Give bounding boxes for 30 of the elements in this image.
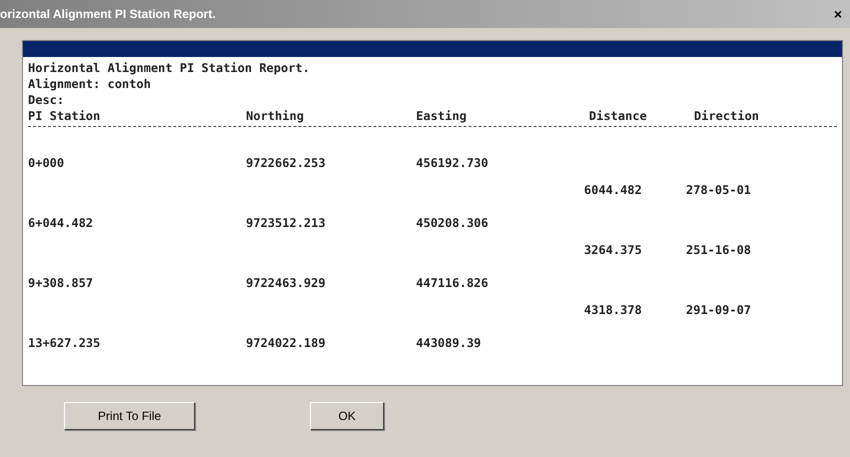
report-title: Horizontal Alignment PI Station Report. [28, 60, 311, 76]
table-cell-text: 6+044.482 [28, 215, 94, 232]
table-cell-text: 13+627.235 [28, 335, 102, 352]
table-cell-text: 291-09-07 [686, 302, 752, 319]
window-title: orizontal Alignment PI Station Report. [0, 6, 216, 23]
close-button[interactable]: × [834, 7, 842, 21]
table-cell-text: 3264.375 [583, 242, 643, 259]
table-cell-text: 443089.39 [416, 335, 482, 352]
table-cell-text: 0+000 [28, 155, 66, 172]
column-header: Easting [416, 108, 468, 124]
column-header: Northing [246, 108, 305, 124]
table-cell-text: 9+308.857 [28, 275, 94, 292]
description-label: Desc: [28, 92, 66, 108]
ok-button[interactable]: OK [310, 402, 384, 430]
table-cell-text: 278-05-01 [686, 182, 752, 199]
column-header: Distance [588, 108, 648, 124]
table-cell-text: 9722662.253 [246, 155, 326, 172]
table-cell-text: 447116.826 [416, 275, 490, 292]
table-cell-text: 9722463.929 [246, 275, 326, 292]
alignment-label: Alignment: contoh [28, 76, 152, 92]
column-header: Direction [693, 108, 760, 124]
table-cell-text: 6044.482 [583, 182, 643, 199]
table-cell-text: 9723512.213 [246, 215, 326, 232]
column-header: PI Station [28, 108, 102, 124]
table-cell-text: 9724022.189 [246, 335, 326, 352]
print-to-file-button[interactable]: Print To File [64, 402, 195, 430]
table-cell-text: 4318.378 [583, 302, 643, 319]
table-cell-text: 456192.730 [416, 155, 490, 172]
table-cell-text: 450208.306 [416, 215, 490, 232]
table-cell-text: 251-16-08 [686, 242, 752, 259]
